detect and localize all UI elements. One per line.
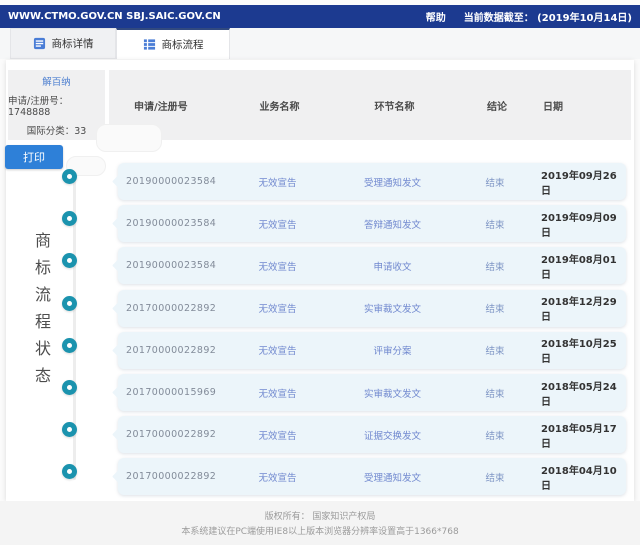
cell-conclusion: 结束	[485, 346, 505, 358]
cell-conclusion: 结束	[485, 388, 505, 400]
content-card: 解百纳 申请/注册号：1748888 国际分类：33 申请/注册号 业务名称 环…	[5, 60, 634, 501]
list-icon	[143, 38, 156, 51]
timeline-node-icon	[62, 380, 77, 395]
table-row[interactable]: 20190000023584 无效宣告 答辩通知发文 结束 2019年09月09日	[118, 205, 626, 243]
table-row[interactable]: 20170000022892 无效宣告 实审裁文发文 结束 2018年12月29日	[118, 289, 626, 327]
cell-conclusion: 结束	[485, 472, 505, 484]
trademark-process-page: WWW.CTMO.GOV.CN SBJ.SAIC.GOV.CN 帮助 当前数据截…	[0, 0, 640, 545]
registration-number: 申请/注册号：1748888	[8, 95, 69, 118]
cell-business-name: 无效宣告	[258, 346, 297, 358]
table-row[interactable]: 20190000023584 无效宣告 受理通知发文 结束 2019年09月26日	[118, 163, 626, 200]
process-status-vertical-title: 商标流程状态	[32, 232, 51, 394]
table-row[interactable]: 20190000023584 无效宣告 申请收文 结束 2019年08月01日	[118, 247, 626, 285]
table-header: 申请/注册号 业务名称 环节名称 结论 日期	[109, 70, 631, 140]
cell-date: 2018年04月10日	[541, 465, 617, 492]
cell-application-number: 20170000015969	[126, 387, 217, 398]
cell-application-number: 20170000022892	[126, 429, 217, 441]
cell-conclusion: 结束	[485, 219, 505, 231]
cell-application-number: 20170000022892	[126, 344, 217, 356]
tab-trademark-details[interactable]: 商标详情	[10, 28, 116, 59]
cell-business-name: 无效宣告	[258, 304, 297, 316]
col-header-business-name: 业务名称	[259, 101, 300, 113]
top-bar: WWW.CTMO.GOV.CN SBJ.SAIC.GOV.CN 帮助 当前数据截…	[0, 5, 640, 28]
table-row[interactable]: 20170000022892 无效宣告 评审分案 结束 2018年10月25日	[118, 331, 626, 369]
cell-application-number: 20190000023584	[126, 176, 217, 187]
col-header-conclusion: 结论	[487, 101, 507, 113]
col-header-date: 日期	[543, 101, 563, 113]
cell-date: 2018年05月24日	[541, 381, 617, 408]
cell-conclusion: 结束	[485, 430, 505, 442]
cell-business-name: 无效宣告	[258, 261, 297, 273]
cell-business-name: 无效宣告	[258, 219, 297, 231]
cell-application-number: 20190000023584	[126, 260, 217, 272]
cell-date: 2019年08月01日	[541, 254, 617, 281]
timeline-node-icon	[62, 295, 77, 311]
cell-date: 2019年09月26日	[541, 170, 617, 197]
page-footer: 版权所有： 国家知识产权局 本系统建议在PC端使用IE8以上版本浏览器分辨率设置…	[0, 501, 640, 545]
cell-conclusion: 结束	[485, 177, 505, 189]
col-header-application-number: 申请/注册号	[134, 101, 188, 113]
timeline-node-icon	[62, 337, 77, 353]
tab-label: 商标流程	[161, 39, 204, 51]
cell-stage-name: 实审裁文发文	[363, 388, 421, 400]
help-link[interactable]: 帮助	[426, 9, 446, 24]
timeline-node-icon	[62, 169, 77, 184]
tab-label: 商标详情	[51, 38, 94, 50]
cell-conclusion: 结束	[485, 304, 505, 316]
site-urls: WWW.CTMO.GOV.CN SBJ.SAIC.GOV.CN	[8, 11, 221, 22]
cell-stage-name: 受理通知发文	[363, 177, 421, 189]
copyright-line: 版权所有： 国家知识产权局	[264, 512, 376, 522]
tab-bar: 商标详情 商标流程	[0, 28, 640, 59]
cell-stage-name: 受理通知发文	[363, 472, 421, 484]
cell-business-name: 无效宣告	[258, 472, 297, 484]
cell-stage-name: 申请收文	[373, 261, 412, 273]
cell-conclusion: 结束	[485, 261, 505, 273]
cell-date: 2018年12月29日	[541, 297, 617, 324]
trademark-info-panel: 解百纳 申请/注册号：1748888 国际分类：33	[8, 70, 105, 140]
cell-business-name: 无效宣告	[258, 430, 297, 442]
cell-date: 2018年05月17日	[541, 423, 617, 450]
cell-stage-name: 答辩通知发文	[363, 219, 421, 231]
cell-stage-name: 实审裁文发文	[363, 304, 421, 316]
cell-application-number: 20170000022892	[126, 302, 217, 314]
trademark-name: 解百纳	[42, 76, 71, 88]
cell-business-name: 无效宣告	[258, 388, 297, 400]
document-icon	[33, 37, 46, 50]
browser-advice-line: 本系统建议在PC端使用IE8以上版本浏览器分辨率设置高于1366*768	[181, 527, 459, 537]
print-button[interactable]: 打印	[5, 145, 63, 169]
cell-application-number: 20170000022892	[126, 471, 217, 483]
table-row[interactable]: 20170000015969 无效宣告 实审裁文发文 结束 2018年05月24日	[118, 374, 626, 411]
cell-date: 2018年10月25日	[541, 339, 617, 366]
cell-stage-name: 证据交换发文	[363, 430, 421, 442]
cell-business-name: 无效宣告	[258, 177, 297, 189]
data-as-of-label: 当前数据截至： (2019年10月14日)	[463, 13, 632, 24]
decorative-bubble	[96, 124, 162, 152]
cell-stage-name: 评审分案	[373, 346, 412, 358]
cell-application-number: 20190000023584	[126, 218, 217, 230]
tab-trademark-process[interactable]: 商标流程	[116, 28, 230, 59]
table-row[interactable]: 20170000022892 无效宣告 受理通知发文 结束 2018年04月10日	[118, 458, 626, 496]
table-row[interactable]: 20170000022892 无效宣告 证据交换发文 结束 2018年05月17日	[118, 416, 626, 454]
cell-date: 2019年09月09日	[541, 212, 617, 239]
col-header-stage-name: 环节名称	[374, 101, 415, 113]
international-class: 国际分类：33	[26, 125, 87, 137]
